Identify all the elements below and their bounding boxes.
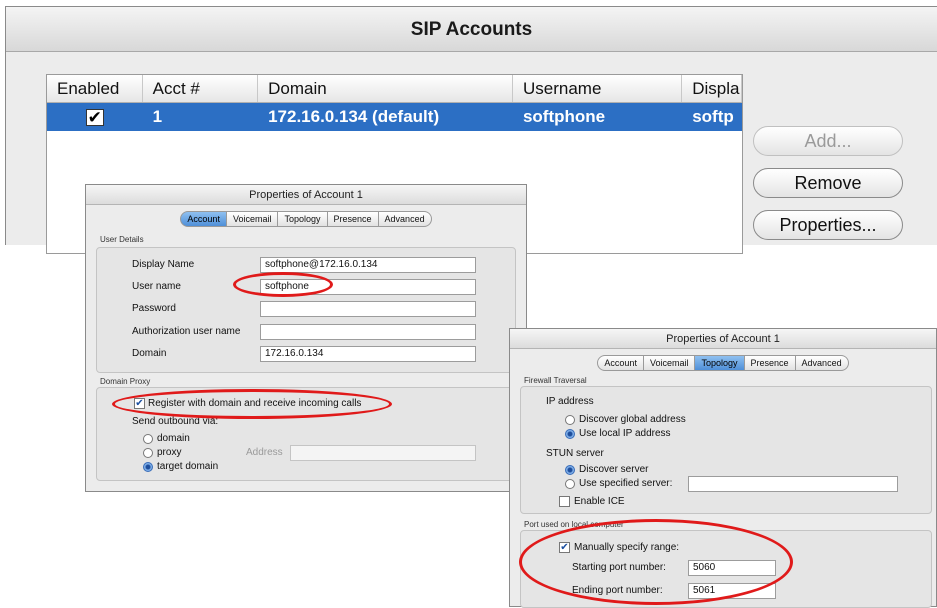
tab-presence[interactable]: Presence bbox=[744, 355, 796, 371]
display-name-label: Display Name bbox=[132, 259, 195, 270]
enabled-cell: ✔ bbox=[47, 103, 143, 131]
address-field[interactable] bbox=[290, 445, 476, 461]
radio-use-local-ip[interactable] bbox=[565, 429, 575, 439]
radio-discover-server-label: Discover server bbox=[579, 464, 649, 475]
display-cell: softp bbox=[692, 107, 734, 126]
enabled-checkbox[interactable]: ✔ bbox=[85, 108, 104, 126]
table-row[interactable]: ✔ 1 172.16.0.134 (default) softphone sof… bbox=[47, 103, 742, 131]
radio-domain-label: domain bbox=[157, 433, 190, 444]
account-properties-dialog: Properties of Account 1 Account Voicemai… bbox=[85, 184, 527, 492]
enable-ice-label: Enable ICE bbox=[574, 496, 625, 507]
display-name-field[interactable]: softphone@172.16.0.134 bbox=[260, 257, 476, 273]
username-cell: softphone bbox=[522, 107, 606, 126]
tab-presence[interactable]: Presence bbox=[327, 211, 379, 227]
auth-user-name-field[interactable] bbox=[260, 324, 476, 340]
column-header-display[interactable]: Displa bbox=[682, 75, 742, 102]
radio-discover-global-label: Discover global address bbox=[579, 414, 686, 425]
tab-advanced[interactable]: Advanced bbox=[378, 211, 432, 227]
radio-target-domain-label: target domain bbox=[157, 461, 219, 472]
dialog-title: Properties of Account 1 bbox=[510, 329, 936, 349]
tab-bar: Account Voicemail Topology Presence Adva… bbox=[86, 211, 526, 227]
domain-cell: 172.16.0.134 (default) bbox=[268, 107, 440, 126]
tab-topology[interactable]: Topology bbox=[695, 355, 745, 371]
radio-use-local-ip-label: Use local IP address bbox=[579, 428, 671, 439]
column-header-acct[interactable]: Acct # bbox=[143, 75, 259, 102]
stun-server-field[interactable] bbox=[688, 476, 898, 492]
domain-field[interactable]: 172.16.0.134 bbox=[260, 346, 476, 362]
radio-use-specified-server[interactable] bbox=[565, 479, 575, 489]
radio-use-specified-server-label: Use specified server: bbox=[579, 478, 673, 489]
tab-voicemail[interactable]: Voicemail bbox=[643, 355, 696, 371]
tab-topology[interactable]: Topology bbox=[278, 211, 328, 227]
tab-advanced[interactable]: Advanced bbox=[795, 355, 849, 371]
enable-ice-checkbox[interactable] bbox=[559, 496, 570, 507]
table-header: Enabled Acct # Domain Username Displa bbox=[47, 75, 742, 103]
dialog-title: Properties of Account 1 bbox=[86, 185, 526, 205]
remove-button[interactable]: Remove bbox=[753, 168, 903, 198]
window-title: SIP Accounts bbox=[6, 7, 937, 52]
firewall-group-label: Firewall Traversal bbox=[524, 376, 587, 385]
annotation-ellipse-username bbox=[233, 272, 333, 297]
column-header-username[interactable]: Username bbox=[513, 75, 683, 102]
tab-account[interactable]: Account bbox=[597, 355, 644, 371]
radio-domain[interactable] bbox=[143, 434, 153, 444]
column-header-enabled[interactable]: Enabled bbox=[47, 75, 143, 102]
acct-number-cell: 1 bbox=[152, 107, 163, 126]
tab-account[interactable]: Account bbox=[180, 211, 227, 227]
radio-proxy[interactable] bbox=[143, 448, 153, 458]
auth-user-name-label: Authorization user name bbox=[132, 326, 241, 337]
radio-discover-global[interactable] bbox=[565, 415, 575, 425]
user-details-group-label: User Details bbox=[100, 235, 144, 244]
radio-proxy-label: proxy bbox=[157, 447, 182, 458]
stun-server-label: STUN server bbox=[546, 448, 604, 459]
properties-button[interactable]: Properties... bbox=[753, 210, 903, 240]
radio-discover-server[interactable] bbox=[565, 465, 575, 475]
tab-bar: Account Voicemail Topology Presence Adva… bbox=[510, 355, 936, 371]
add-button[interactable]: Add... bbox=[753, 126, 903, 156]
radio-target-domain[interactable] bbox=[143, 462, 153, 472]
domain-proxy-group-label: Domain Proxy bbox=[100, 377, 151, 386]
address-label: Address bbox=[246, 447, 283, 458]
ip-address-label: IP address bbox=[546, 396, 594, 407]
password-label: Password bbox=[132, 303, 176, 314]
password-field[interactable] bbox=[260, 301, 476, 317]
annotation-ellipse-register bbox=[112, 389, 392, 419]
tab-voicemail[interactable]: Voicemail bbox=[226, 211, 279, 227]
user-name-label: User name bbox=[132, 281, 181, 292]
annotation-ellipse-port-range bbox=[519, 519, 793, 605]
column-header-domain[interactable]: Domain bbox=[258, 75, 513, 102]
domain-label: Domain bbox=[132, 348, 167, 359]
